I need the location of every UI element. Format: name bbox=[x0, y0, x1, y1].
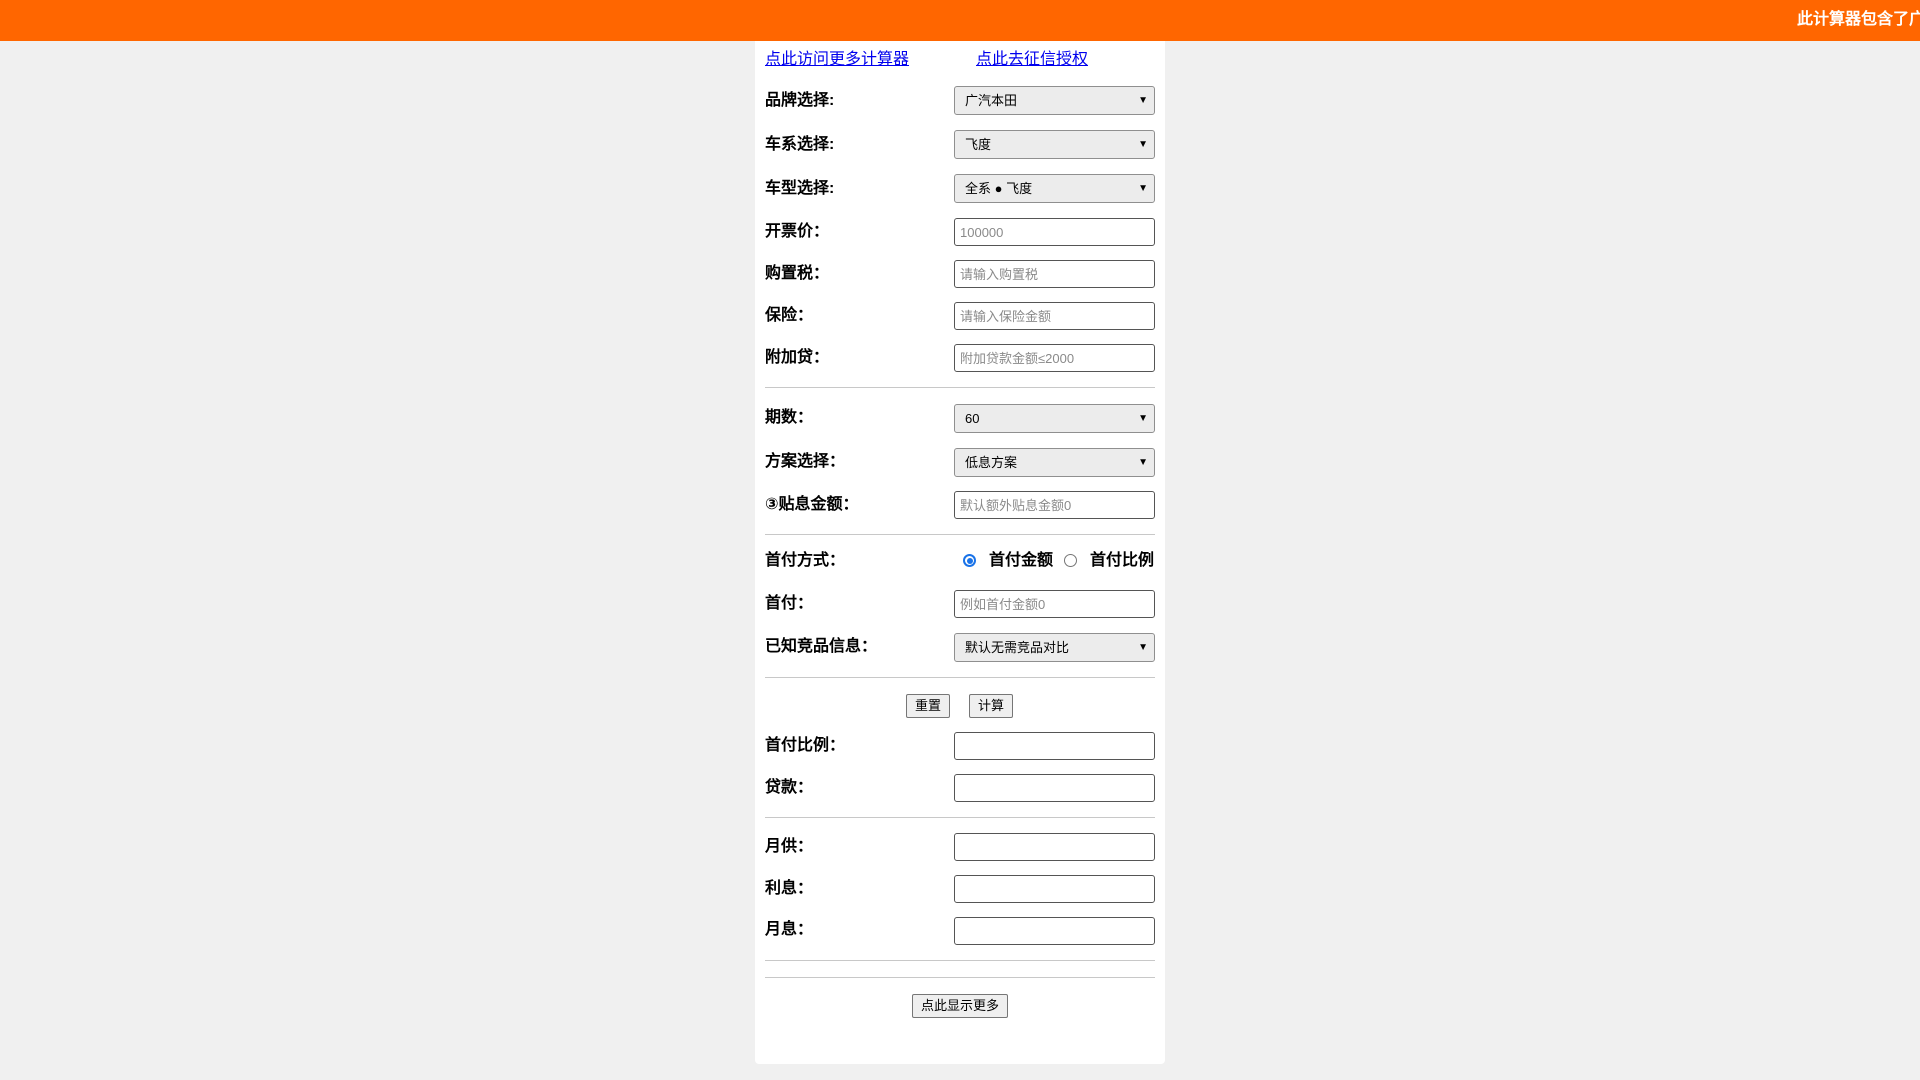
monthly-interest-label: 月息： bbox=[765, 921, 814, 938]
model-select-value: 全系 ● 飞度 bbox=[965, 181, 1033, 196]
down-payment-input[interactable] bbox=[954, 590, 1155, 618]
plan-label: 方案选择： bbox=[765, 453, 846, 470]
section-divider bbox=[765, 387, 1155, 388]
insurance-input[interactable] bbox=[954, 302, 1155, 330]
plan-select-value: 低息方案 bbox=[965, 455, 1018, 470]
radio-down-amount[interactable] bbox=[963, 554, 976, 567]
radio-down-ratio-label: 首付比例 bbox=[1090, 552, 1155, 569]
brand-label: 品牌选择: bbox=[765, 92, 835, 109]
reset-button[interactable]: 重置 bbox=[906, 694, 950, 718]
credit-auth-link[interactable]: 点此去征信授权 bbox=[976, 50, 1088, 70]
series-select[interactable]: 飞度 ▼ bbox=[954, 130, 1155, 159]
purchase-tax-input[interactable] bbox=[954, 260, 1155, 288]
marquee-text: 此计算器包含了广 bbox=[1797, 11, 1920, 28]
radio-down-ratio[interactable] bbox=[1064, 554, 1077, 567]
loan-output[interactable] bbox=[954, 774, 1155, 802]
down-payment-label: 首付： bbox=[765, 595, 814, 612]
plan-select[interactable]: 低息方案 ▼ bbox=[954, 448, 1155, 477]
chevron-down-icon: ▼ bbox=[1138, 95, 1148, 106]
insurance-label: 保险： bbox=[765, 307, 814, 324]
section-divider bbox=[765, 960, 1155, 961]
chevron-down-icon: ▼ bbox=[1138, 183, 1148, 194]
down-ratio-label: 首付比例： bbox=[765, 737, 846, 754]
subsidy-label: ③贴息金额： bbox=[765, 496, 859, 513]
competitor-select-value: 默认无需竞品对比 bbox=[965, 640, 1070, 655]
term-label: 期数： bbox=[765, 409, 814, 426]
top-banner: 此计算器包含了广 bbox=[0, 0, 1920, 41]
competitor-select[interactable]: 默认无需竞品对比 ▼ bbox=[954, 633, 1155, 662]
section-divider bbox=[765, 977, 1155, 978]
competitor-label: 已知竞品信息： bbox=[765, 638, 878, 655]
section-divider bbox=[765, 677, 1155, 678]
model-label: 车型选择: bbox=[765, 180, 835, 197]
chevron-down-icon: ▼ bbox=[1138, 642, 1148, 653]
section-divider bbox=[765, 817, 1155, 818]
subsidy-input[interactable] bbox=[954, 491, 1155, 519]
radio-down-amount-label: 首付金额 bbox=[989, 552, 1054, 569]
loan-label: 贷款： bbox=[765, 779, 814, 796]
monthly-payment-label: 月供： bbox=[765, 838, 814, 855]
down-payment-mode-label: 首付方式： bbox=[765, 552, 846, 569]
brand-select[interactable]: 广汽本田 ▼ bbox=[954, 86, 1155, 115]
chevron-down-icon: ▼ bbox=[1138, 413, 1148, 424]
model-select[interactable]: 全系 ● 飞度 ▼ bbox=[954, 174, 1155, 203]
invoice-price-label: 开票价： bbox=[765, 223, 830, 240]
term-select-value: 60 bbox=[965, 411, 980, 426]
chevron-down-icon: ▼ bbox=[1138, 139, 1148, 150]
term-select[interactable]: 60 ▼ bbox=[954, 404, 1155, 433]
monthly-interest-output[interactable] bbox=[954, 917, 1155, 945]
section-divider bbox=[765, 534, 1155, 535]
chevron-down-icon: ▼ bbox=[1138, 457, 1148, 468]
brand-select-value: 广汽本田 bbox=[965, 93, 1018, 108]
extra-loan-input[interactable] bbox=[954, 344, 1155, 372]
interest-label: 利息： bbox=[765, 880, 814, 897]
invoice-price-input[interactable] bbox=[954, 218, 1155, 246]
calculate-button[interactable]: 计算 bbox=[969, 694, 1013, 718]
series-label: 车系选择: bbox=[765, 136, 835, 153]
purchase-tax-label: 购置税： bbox=[765, 265, 830, 282]
down-ratio-output[interactable] bbox=[954, 732, 1155, 760]
series-select-value: 飞度 bbox=[965, 137, 992, 152]
extra-loan-label: 附加贷： bbox=[765, 349, 830, 366]
interest-output[interactable] bbox=[954, 875, 1155, 903]
show-more-button[interactable]: 点此显示更多 bbox=[912, 994, 1008, 1018]
more-calculators-link[interactable]: 点此访问更多计算器 bbox=[765, 50, 909, 70]
monthly-payment-output[interactable] bbox=[954, 833, 1155, 861]
